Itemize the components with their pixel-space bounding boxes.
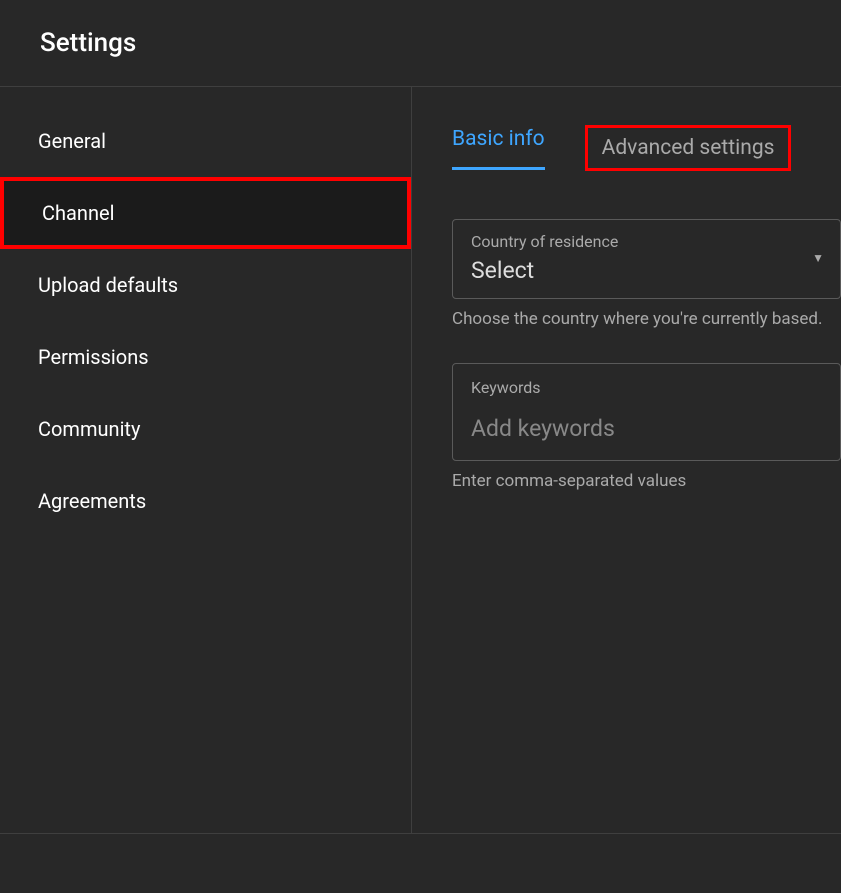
keywords-placeholder: Add keywords — [471, 415, 822, 442]
settings-content: Basic info Advanced settings Country of … — [412, 87, 841, 833]
tabs-bar: Basic info Advanced settings — [452, 125, 841, 171]
sidebar-item-upload-defaults[interactable]: Upload defaults — [0, 249, 411, 321]
sidebar-item-community[interactable]: Community — [0, 393, 411, 465]
sidebar-item-permissions[interactable]: Permissions — [0, 321, 411, 393]
settings-sidebar: General Channel Upload defaults Permissi… — [0, 87, 412, 833]
settings-header: Settings — [0, 0, 841, 87]
country-label: Country of residence — [471, 232, 618, 251]
keywords-helper: Enter comma-separated values — [452, 471, 841, 491]
country-helper: Choose the country where you're currentl… — [452, 309, 841, 329]
keywords-input[interactable]: Keywords Add keywords — [452, 363, 841, 461]
sidebar-item-label: Agreements — [38, 489, 146, 513]
sidebar-item-label: General — [38, 129, 106, 153]
chevron-down-icon: ▼ — [812, 251, 824, 265]
tab-basic-info[interactable]: Basic info — [452, 127, 545, 170]
sidebar-item-label: Community — [38, 417, 140, 441]
sidebar-item-general[interactable]: General — [0, 105, 411, 177]
keywords-label: Keywords — [471, 378, 822, 397]
page-title: Settings — [40, 28, 801, 58]
sidebar-item-agreements[interactable]: Agreements — [0, 465, 411, 537]
sidebar-item-label: Permissions — [38, 345, 149, 369]
footer-divider — [0, 833, 841, 893]
country-value: Select — [471, 257, 618, 284]
sidebar-item-label: Upload defaults — [38, 273, 178, 297]
sidebar-item-label: Channel — [42, 201, 114, 225]
sidebar-item-channel[interactable]: Channel — [0, 177, 411, 249]
tab-advanced-settings[interactable]: Advanced settings — [585, 125, 792, 171]
country-select[interactable]: Country of residence Select ▼ — [452, 219, 841, 299]
